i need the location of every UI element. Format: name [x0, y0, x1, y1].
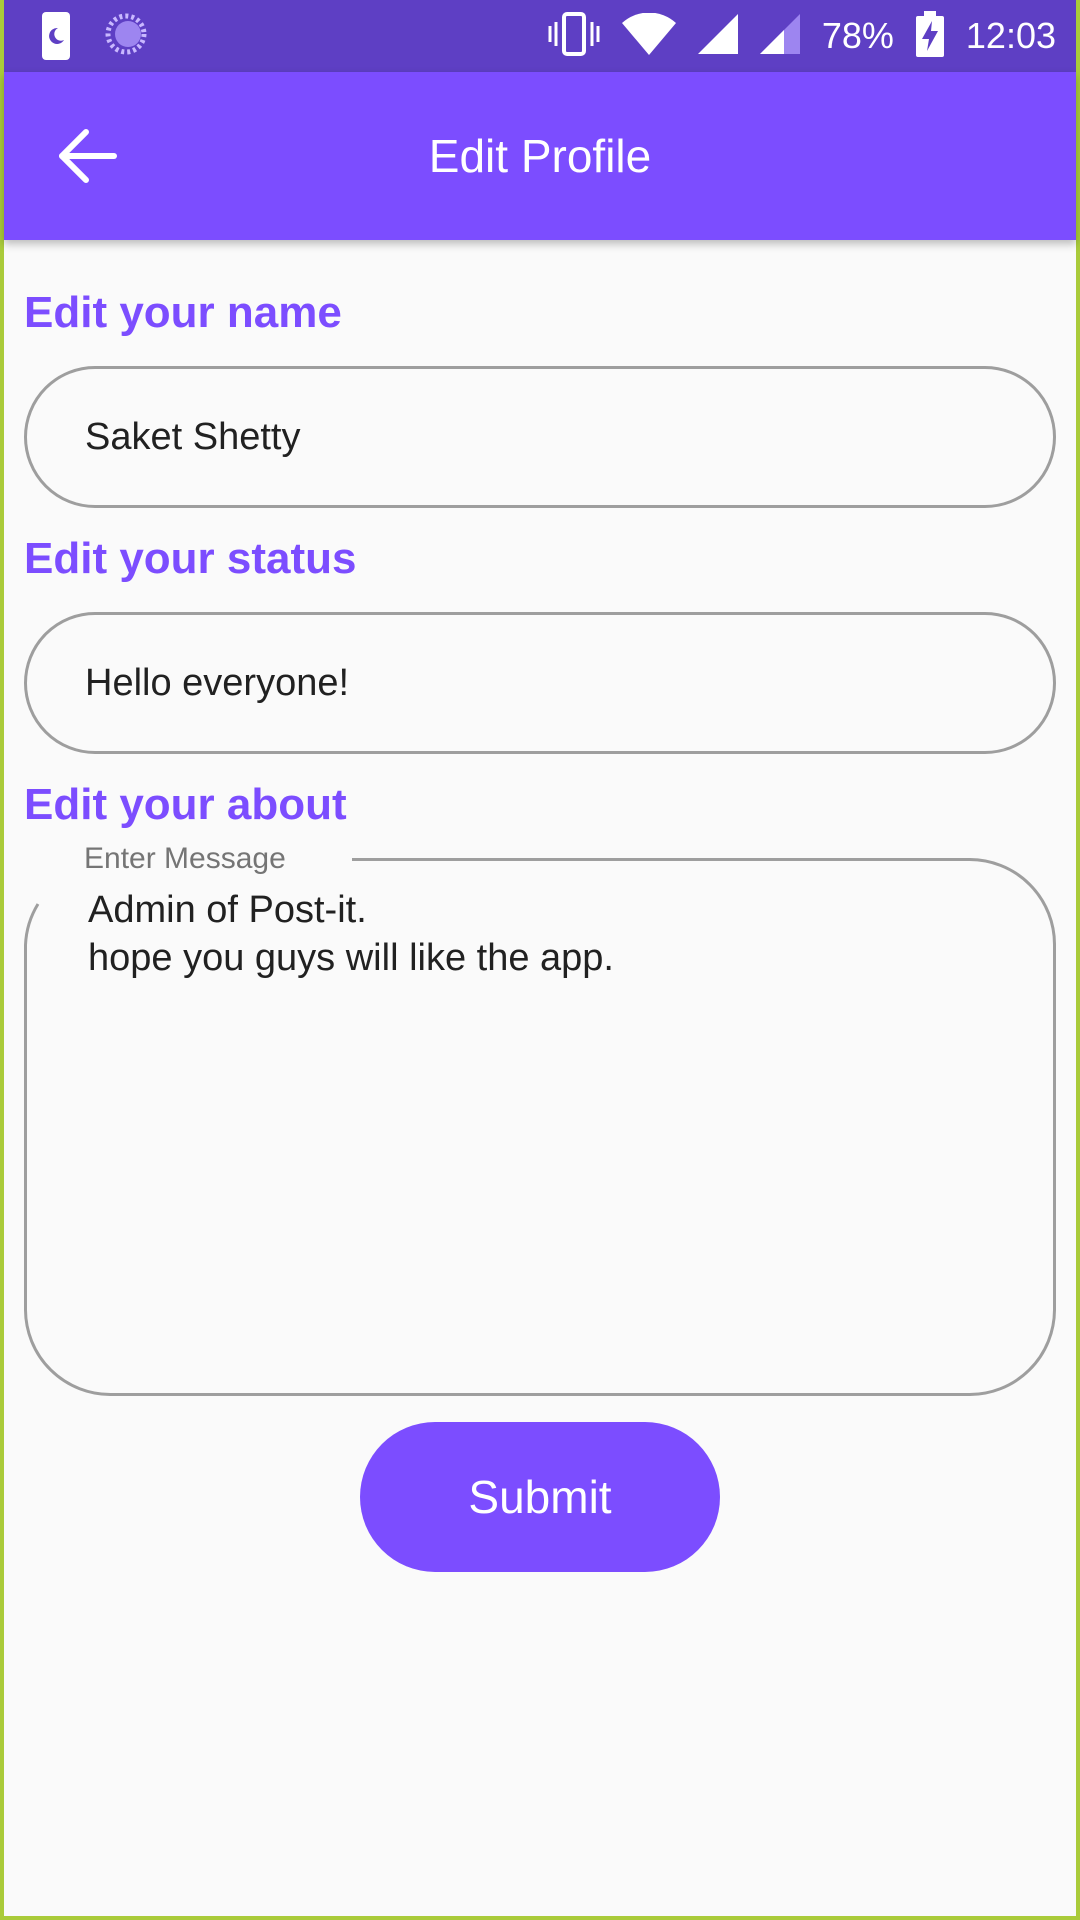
screen: 78% 12:03 Edit Profile Edit your name Sa… [4, 0, 1076, 1916]
status-icons: 78% 12:03 [548, 0, 1056, 72]
wifi-icon [621, 12, 676, 60]
about-text: Admin of Post-it. hope you guys will lik… [88, 886, 614, 982]
submit-button[interactable]: Submit [360, 1422, 720, 1572]
status-label: Edit your status [24, 534, 357, 583]
status-value: Hello everyone! [85, 662, 350, 704]
name-label: Edit your name [24, 288, 342, 337]
moon-icon [40, 12, 72, 65]
name-field[interactable]: Saket Shetty [24, 366, 1056, 508]
about-line-1: Admin of Post-it. [88, 889, 367, 931]
status-bar: 78% 12:03 [4, 0, 1076, 72]
page-title: Edit Profile [428, 130, 652, 182]
sync-icon [104, 12, 148, 61]
status-field[interactable]: Hello everyone! [24, 612, 1056, 754]
battery-percent: 78% [821, 15, 894, 56]
signal-icon [697, 13, 738, 59]
signal-weak-icon [759, 13, 800, 59]
status-time: 12:03 [965, 15, 1056, 56]
about-legend: Enter Message [84, 842, 292, 876]
battery-charging-icon [915, 10, 944, 62]
about-label: Edit your about [24, 780, 347, 829]
app-bar: Edit Profile [4, 72, 1076, 240]
about-field[interactable]: Enter Message Admin of Post-it. hope you… [24, 842, 1056, 1396]
name-value: Saket Shetty [85, 416, 301, 458]
about-line-2: hope you guys will like the app. [88, 937, 614, 979]
vibrate-icon [548, 11, 600, 61]
